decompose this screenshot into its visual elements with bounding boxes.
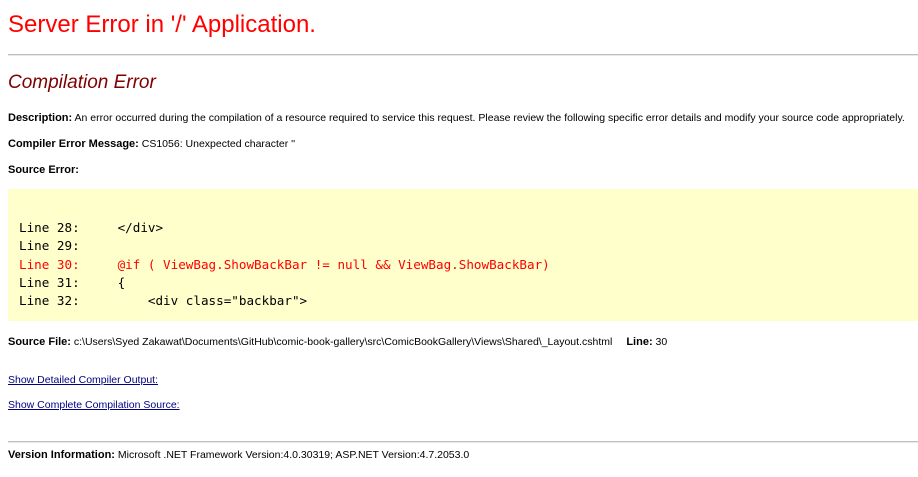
source-file-path: c:\Users\Syed Zakawat\Documents\GitHub\c… bbox=[73, 336, 613, 348]
line-label: Line: bbox=[626, 336, 653, 348]
compiler-error-text: CS1056: Unexpected character '' bbox=[141, 138, 296, 150]
source-error-label: Source Error: bbox=[8, 164, 79, 176]
version-row: Version Information: Microsoft .NET Fram… bbox=[8, 450, 469, 461]
show-compiler-output-link[interactable]: Show Detailed Compiler Output: bbox=[8, 375, 158, 386]
source-code-box: Line 28: </div> Line 29: Line 30: @if ( … bbox=[8, 189, 918, 321]
description-row: Description: An error occurred during th… bbox=[8, 113, 905, 124]
code-line: Line 31: { bbox=[19, 275, 126, 290]
error-page: Server Error in '/' Application. Compila… bbox=[0, 0, 918, 477]
source-file-label: Source File: bbox=[8, 336, 71, 348]
code-line: Line 32: <div class="backbar"> bbox=[19, 293, 308, 308]
show-compilation-source-link[interactable]: Show Complete Compilation Source: bbox=[8, 400, 180, 411]
code-line-error: Line 30: @if ( ViewBag.ShowBackBar != nu… bbox=[19, 257, 550, 272]
line-number: 30 bbox=[655, 336, 668, 348]
version-label: Version Information: bbox=[8, 449, 115, 461]
page-title: Server Error in '/' Application. bbox=[8, 11, 316, 38]
source-file-row: Source File: c:\Users\Syed Zakawat\Docum… bbox=[8, 337, 667, 348]
code-line: Line 29: bbox=[19, 238, 80, 253]
description-label: Description: bbox=[8, 112, 73, 124]
compiler-error-row: Compiler Error Message: CS1056: Unexpect… bbox=[8, 139, 295, 150]
top-divider bbox=[8, 54, 918, 56]
version-text: Microsoft .NET Framework Version:4.0.303… bbox=[117, 449, 470, 461]
compiler-error-label: Compiler Error Message: bbox=[8, 138, 139, 150]
bottom-divider bbox=[8, 441, 918, 443]
description-text: An error occurred during the compilation… bbox=[74, 112, 905, 124]
code-line: Line 28: </div> bbox=[19, 220, 164, 235]
error-heading: Compilation Error bbox=[8, 72, 156, 93]
source-error-row: Source Error: bbox=[8, 165, 79, 176]
